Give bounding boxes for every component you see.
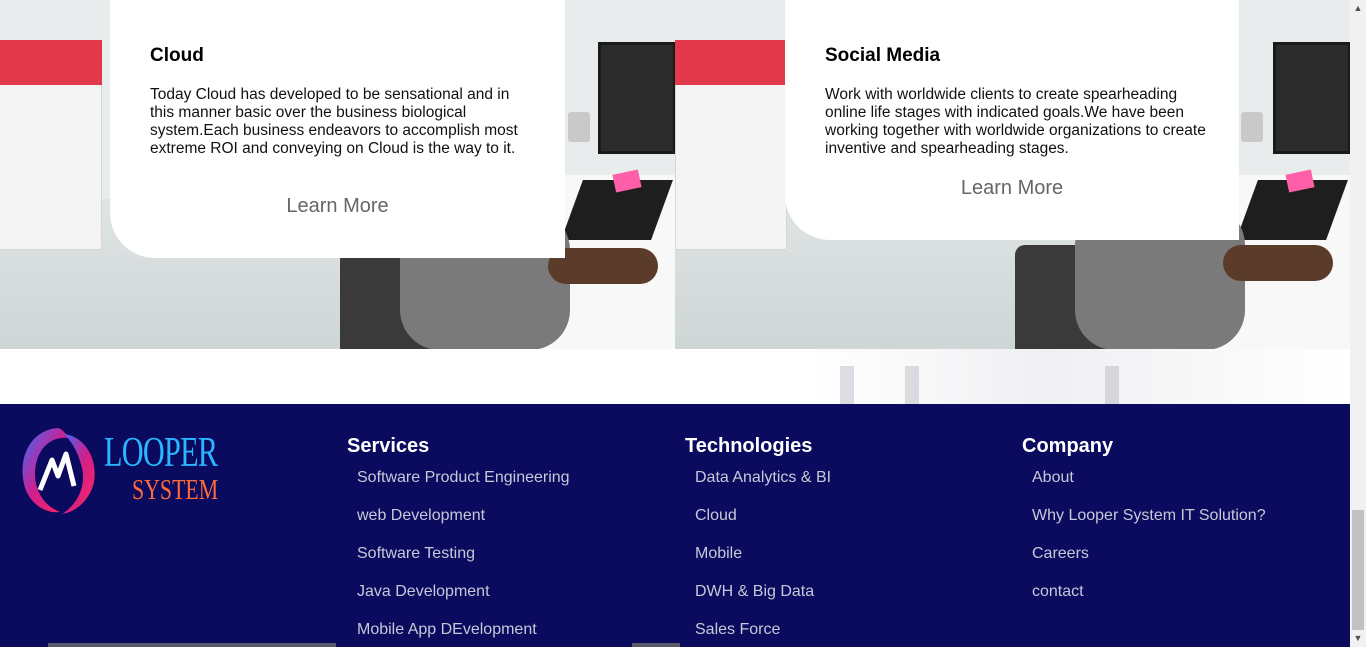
footer-link[interactable]: Careers (1032, 544, 1266, 582)
footer-link-list: Software Product Engineering web Develop… (347, 468, 570, 647)
card-title: Social Media (825, 45, 941, 66)
service-card-cloud: Cloud Today Cloud has developed to be se… (110, 0, 565, 258)
footer-column-company: Company About Why Looper System IT Solut… (1022, 435, 1266, 620)
footer-link[interactable]: Why Looper System IT Solution? (1032, 506, 1266, 544)
looper-system-logo[interactable]: LOOPER SYSTEM (18, 424, 218, 519)
footer-divider (632, 643, 680, 647)
footer-column-technologies: Technologies Data Analytics & BI Cloud M… (685, 435, 831, 647)
footer-link[interactable]: contact (1032, 582, 1266, 620)
footer-link[interactable]: Mobile App DEvelopment (357, 620, 570, 647)
footer-column-services: Services Software Product Engineering we… (347, 435, 570, 647)
photo-cabinet-top (0, 40, 102, 85)
footer-link[interactable]: Software Product Engineering (357, 468, 570, 506)
logo-mark-icon (22, 428, 95, 514)
footer-link[interactable]: web Development (357, 506, 570, 544)
footer-link-list: Data Analytics & BI Cloud Mobile DWH & B… (685, 468, 831, 647)
learn-more-link[interactable]: Learn More (110, 195, 565, 218)
logo-word-looper: LOOPER (104, 430, 218, 476)
triangle-up-icon[interactable]: ▲ (1350, 0, 1366, 17)
footer-link[interactable]: Data Analytics & BI (695, 468, 831, 506)
photo-cabinet-top (675, 40, 787, 85)
footer-link[interactable]: About (1032, 468, 1266, 506)
photo-arm (1223, 245, 1333, 281)
photo-pencil-cup (568, 112, 590, 142)
photo-monitor (1273, 42, 1350, 154)
faded-image-strip (675, 349, 1350, 404)
photo-pencil-cup (1241, 112, 1263, 142)
scrollbar-thumb[interactable] (1352, 510, 1364, 630)
footer-column-title: Services (347, 435, 430, 457)
faded-shape (840, 366, 854, 404)
footer-link[interactable]: Cloud (695, 506, 831, 544)
footer-divider (48, 643, 336, 647)
footer-column-title: Technologies (685, 435, 813, 457)
learn-more-link[interactable]: Learn More (785, 177, 1239, 200)
page: Cloud Today Cloud has developed to be se… (0, 0, 1366, 647)
triangle-down-icon[interactable]: ▼ (1350, 630, 1366, 647)
card-title: Cloud (150, 45, 204, 66)
footer-link[interactable]: Software Testing (357, 544, 570, 582)
card-description: Work with worldwide clients to create sp… (825, 86, 1206, 157)
footer-link[interactable]: Java Development (357, 582, 570, 620)
footer-link[interactable]: Sales Force (695, 620, 831, 647)
footer-link-list: About Why Looper System IT Solution? Car… (1022, 468, 1266, 620)
footer-link[interactable]: Mobile (695, 544, 831, 582)
faded-shape (1105, 366, 1119, 404)
faded-shape (905, 366, 919, 404)
card-description: Today Cloud has developed to be sensatio… (150, 86, 518, 157)
site-footer: LOOPER SYSTEM Services Software Product … (0, 404, 1350, 647)
logo-word-system: SYSTEM (132, 475, 219, 506)
page-scrollbar[interactable]: ▲ ▼ (1350, 0, 1366, 647)
service-card-social-media: Social Media Work with worldwide clients… (785, 0, 1239, 240)
footer-link[interactable]: DWH & Big Data (695, 582, 831, 620)
footer-column-title: Company (1022, 435, 1114, 457)
photo-monitor (598, 42, 675, 154)
